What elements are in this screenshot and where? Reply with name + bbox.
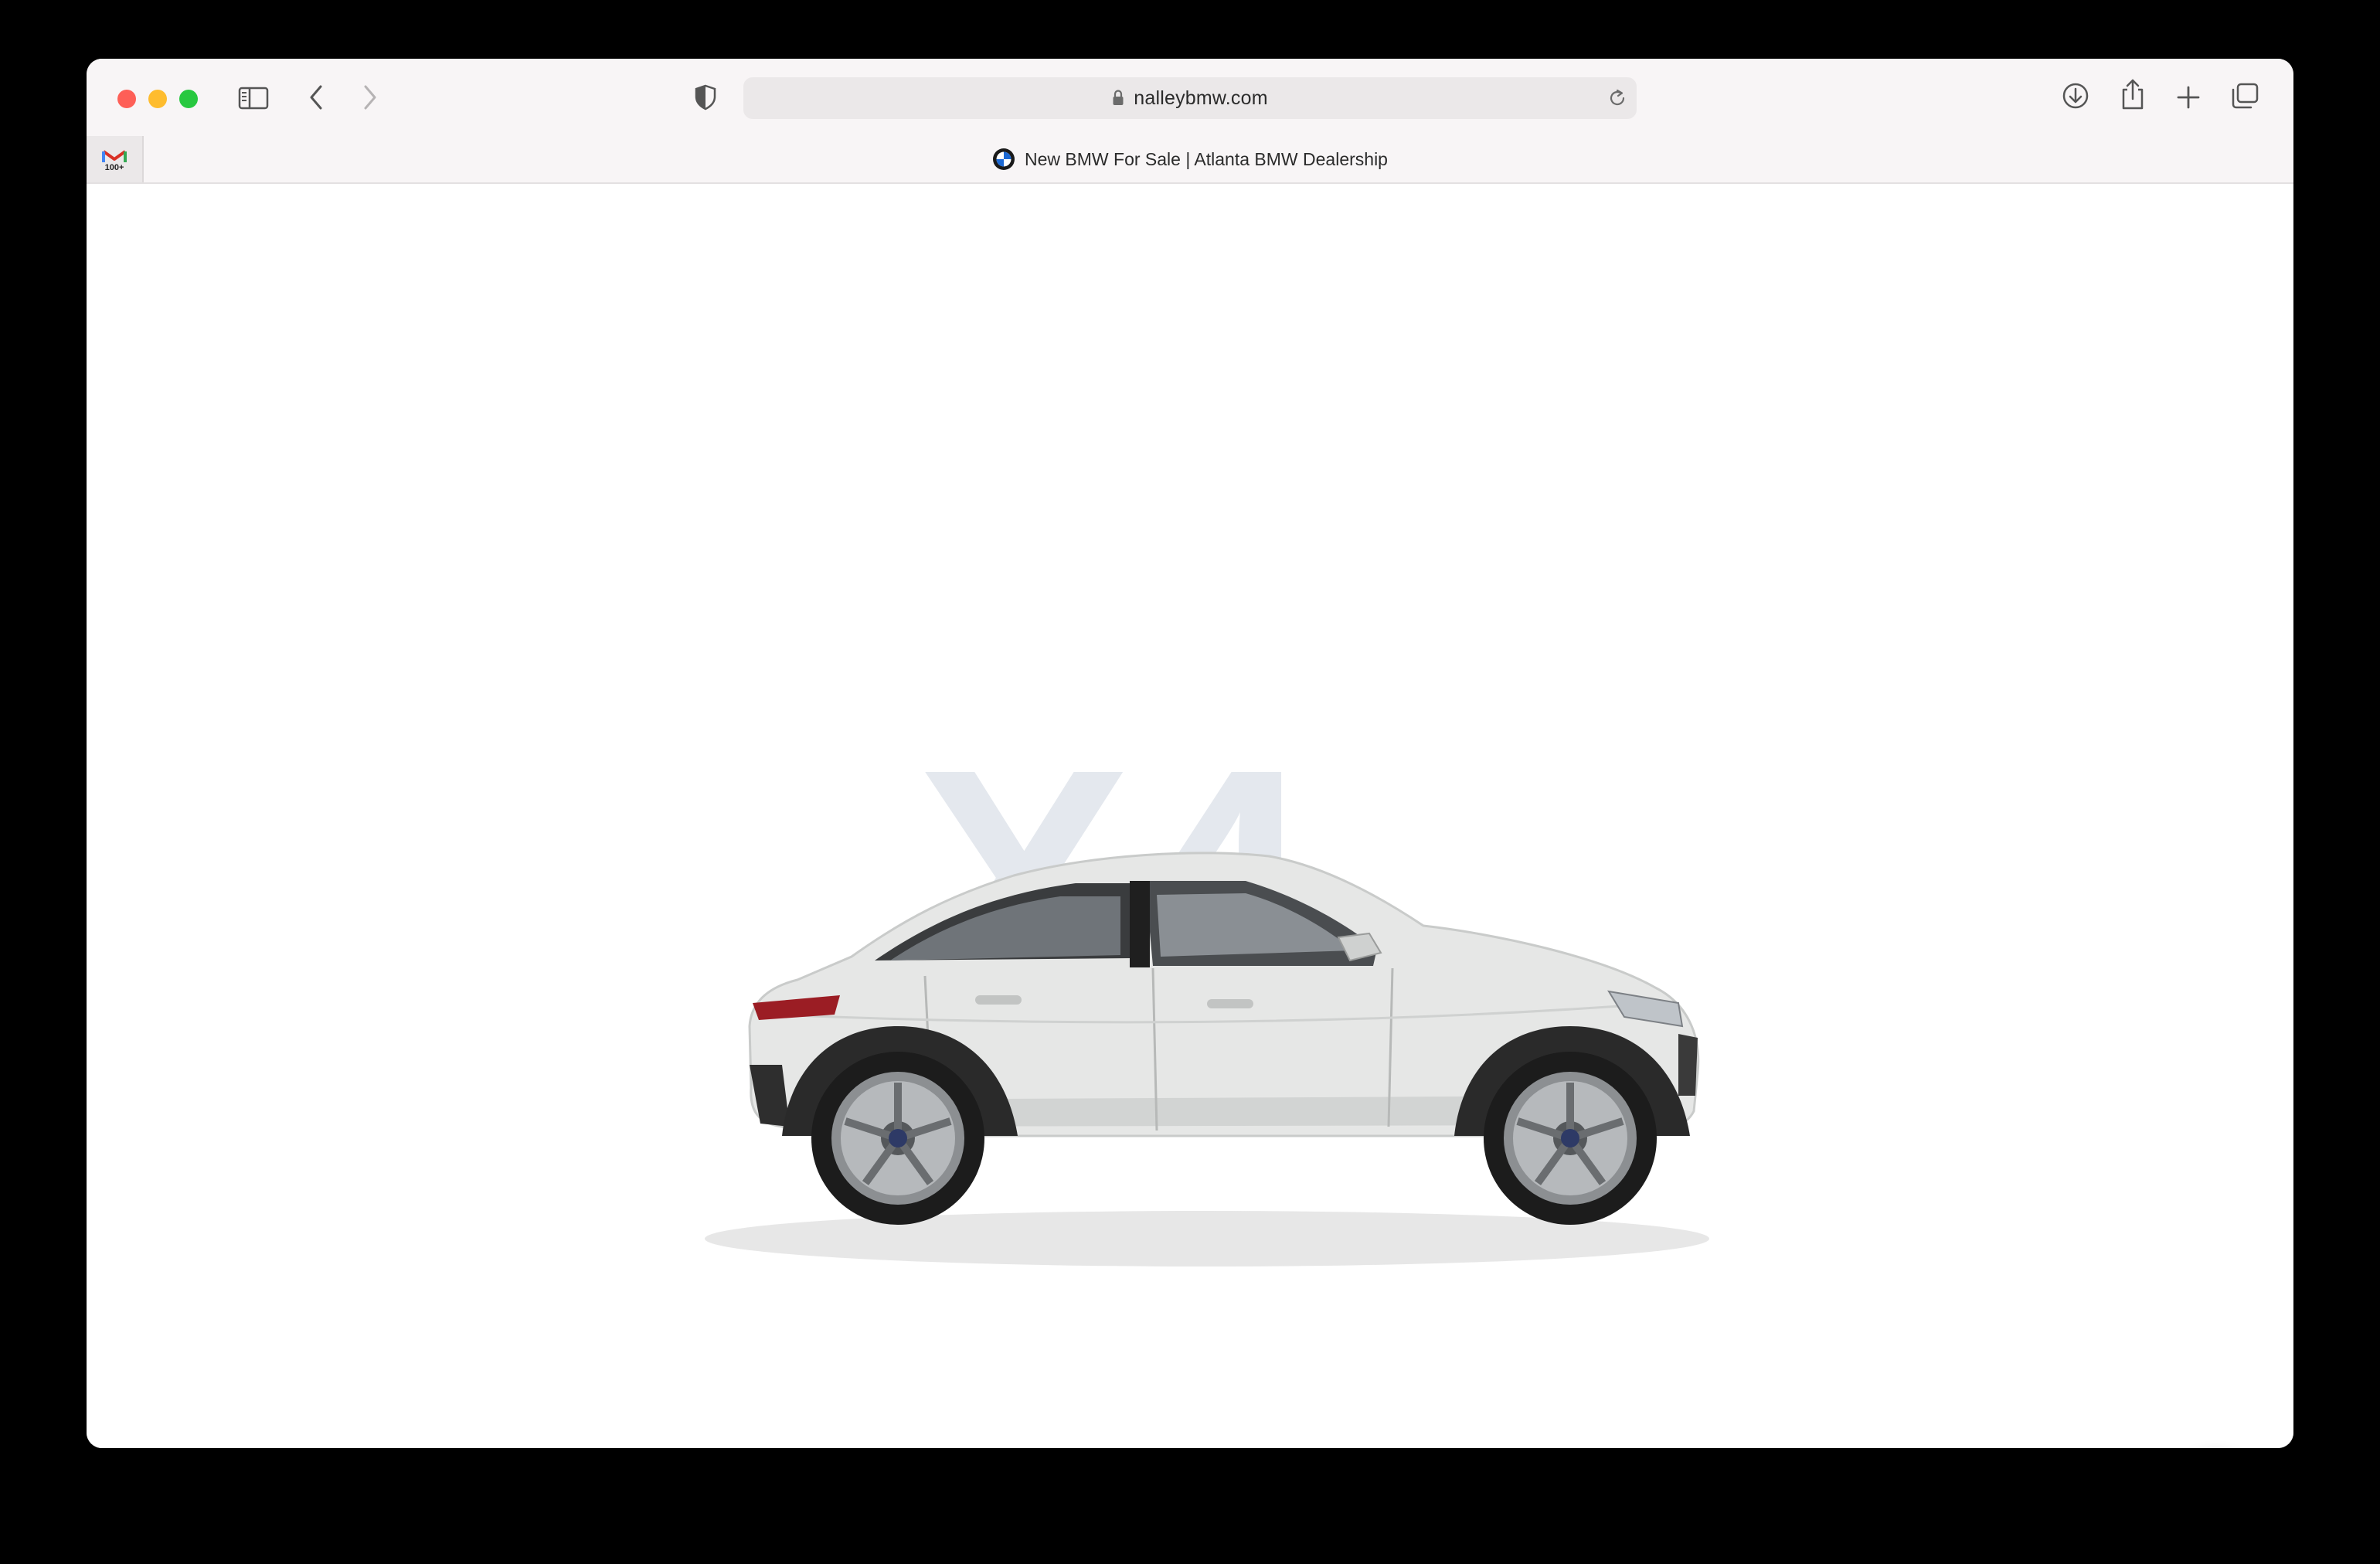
zoom-window-button[interactable] [179,90,198,108]
tabs-icon[interactable] [2229,80,2261,111]
plus-icon[interactable] [2173,82,2204,113]
minimize-window-button[interactable] [148,90,167,108]
bmw-logo-icon [992,148,1015,171]
front-wheel [1484,1052,1657,1225]
chevron-right-icon[interactable] [359,82,382,113]
address-url: nalleybmw.com [1134,87,1268,109]
reload-icon[interactable] [1607,88,1627,112]
hero-vehicle-image: X4 [705,702,1709,1266]
browser-window: nalleybmw.com 100+ New BMW For Sale | At… [87,59,2293,1448]
download-icon[interactable] [2060,80,2091,111]
sidebar-icon[interactable] [236,85,270,111]
shield-icon[interactable] [692,83,719,111]
lock-icon [1112,90,1124,107]
close-window-button[interactable] [117,90,136,108]
tab-bar: 100+ New BMW For Sale | Atlanta BMW Deal… [87,136,2293,184]
tab-title-text: New BMW For Sale | Atlanta BMW Dealershi… [1025,148,1388,169]
chevron-left-icon[interactable] [304,82,328,113]
share-icon[interactable] [2117,77,2148,111]
page-content: X4 [87,184,2293,1448]
rear-wheel [811,1052,984,1225]
address-bar[interactable]: nalleybmw.com [743,77,1637,119]
active-tab[interactable]: New BMW For Sale | Atlanta BMW Dealershi… [87,136,2293,182]
browser-toolbar: nalleybmw.com [87,59,2293,136]
